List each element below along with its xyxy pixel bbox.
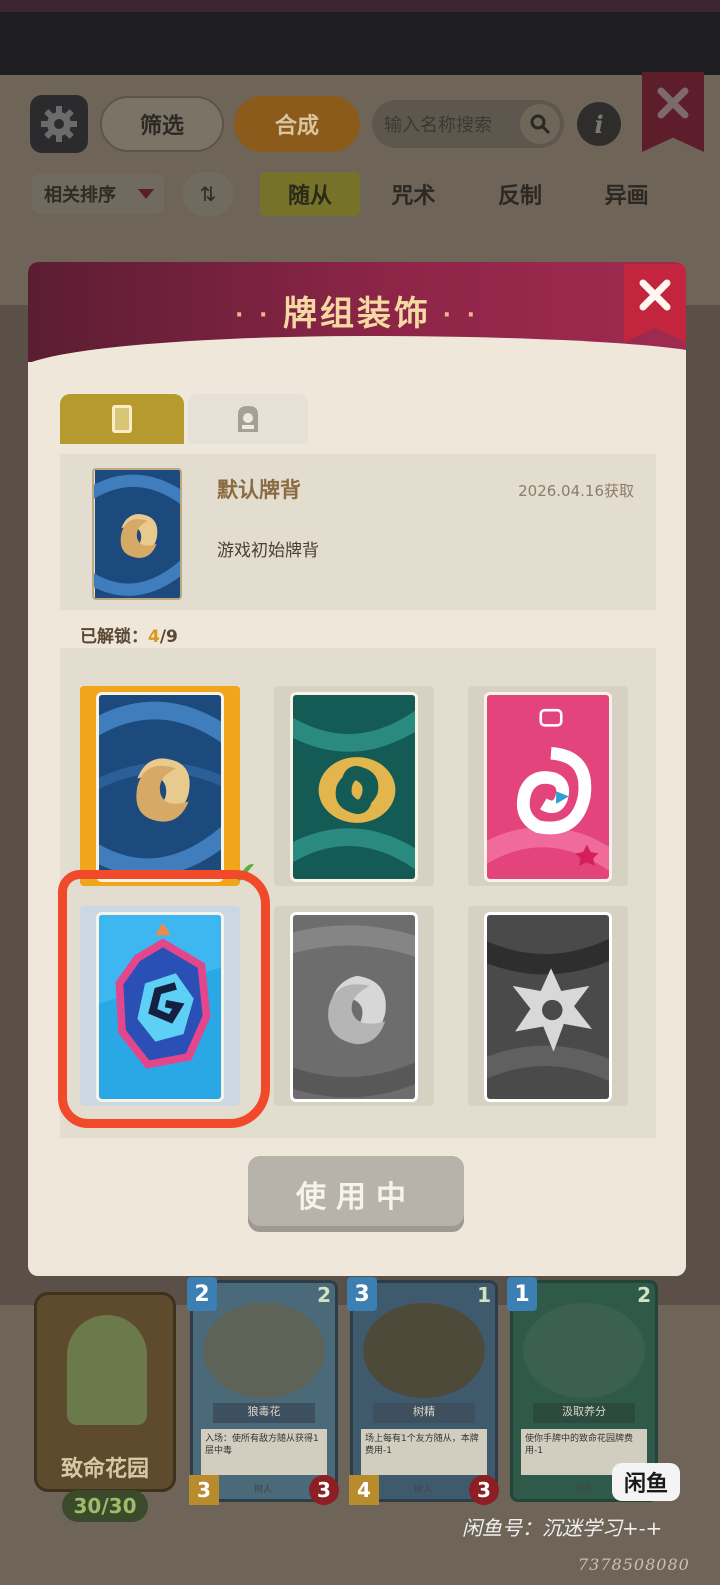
card-back-icon <box>112 405 132 433</box>
card-back-dark-spike-locked[interactable] <box>468 906 628 1106</box>
deck-box[interactable]: 致命花园 <box>34 1292 176 1492</box>
sort-order-button[interactable]: ⇅ <box>182 172 234 216</box>
card-back-image <box>484 692 612 882</box>
watermark-text: 闲鱼号：沉迷学习+-+ <box>462 1516 663 1540</box>
search-icon <box>530 114 551 135</box>
dialog-title: · · 牌组装饰 · · <box>234 294 480 334</box>
card-back-name: 默认牌背 <box>217 478 301 502</box>
tab-minion[interactable]: 随从 <box>260 172 360 216</box>
unlocked-counter: 已解锁：4/9 <box>80 627 178 647</box>
swap-order-icon: ⇅ <box>199 182 217 206</box>
deck-card-count: 30/30 <box>62 1490 148 1522</box>
card-cost: 1 <box>507 1277 537 1311</box>
card-race: 咒术 <box>573 1485 592 1495</box>
card-cost: 2 <box>187 1277 217 1311</box>
search-placeholder: 输入名称搜索 <box>384 115 492 136</box>
card-back-description: 游戏初始牌背 <box>217 541 319 561</box>
craft-button[interactable]: 合成 <box>234 96 360 152</box>
tab-counter[interactable]: 反制 <box>467 172 574 216</box>
sort-dropdown[interactable]: 相关排序 <box>32 174 164 214</box>
card-health: 3 <box>469 1475 499 1505</box>
card-attack: 4 <box>349 1475 379 1505</box>
tab-alt-art[interactable]: 异画 <box>573 172 680 216</box>
card-owned-count: 2 <box>637 1283 651 1307</box>
card-name: 汲取养分 <box>533 1403 635 1423</box>
card-name: 狼毒花 <box>213 1403 315 1423</box>
highlight-annotation <box>58 870 270 1128</box>
avatar-frame-icon <box>238 406 258 432</box>
card-back-blue-swirl[interactable] <box>80 686 240 886</box>
chevron-down-icon <box>138 189 154 199</box>
card-back-image <box>96 692 224 882</box>
card-back-teal-gold-swirl[interactable] <box>274 686 434 886</box>
watermark-number: 7378508080 <box>578 1555 690 1574</box>
collection-card[interactable]: 3 1 树精 场上每有1个友方随从，本牌费用-1 树人 4 3 <box>347 1277 499 1505</box>
tab-card-back[interactable] <box>60 394 184 444</box>
card-back-image <box>484 912 612 1102</box>
card-text: 入场：使所有敌方随从获得1层中毒 <box>201 1429 327 1475</box>
card-attack: 3 <box>189 1475 219 1505</box>
close-icon <box>639 279 671 311</box>
card-back-image <box>290 912 418 1102</box>
gear-icon <box>41 106 77 142</box>
card-race: 树人 <box>413 1485 432 1495</box>
card-back-preview <box>92 468 182 600</box>
deck-hero-portrait <box>67 1315 147 1425</box>
card-text: 场上每有1个友方随从，本牌费用-1 <box>361 1429 487 1475</box>
card-back-image <box>290 692 418 882</box>
card-race: 树人 <box>253 1485 272 1495</box>
card-art <box>203 1303 325 1398</box>
card-art <box>523 1303 645 1398</box>
tab-avatar-frame[interactable] <box>188 394 308 444</box>
sort-label: 相关排序 <box>44 185 116 206</box>
filter-button[interactable]: 筛选 <box>100 96 224 152</box>
card-owned-count: 2 <box>317 1283 331 1307</box>
card-owned-count: 1 <box>477 1283 491 1307</box>
card-health: 3 <box>309 1475 339 1505</box>
card-art <box>363 1303 485 1398</box>
collection-card[interactable]: 2 2 狼毒花 入场：使所有敌方随从获得1层中毒 树人 3 3 <box>187 1277 339 1505</box>
tab-spell[interactable]: 咒术 <box>360 172 467 216</box>
card-type-tabs: 随从 咒术 反制 异画 <box>260 172 680 216</box>
search-input[interactable]: 输入名称搜索 <box>372 100 564 148</box>
selected-card-back-detail: 默认牌背 2026.04.16获取 游戏初始牌背 <box>60 454 656 610</box>
card-cost: 3 <box>347 1277 377 1311</box>
status-bar <box>0 0 720 75</box>
close-icon <box>657 87 689 119</box>
card-back-pink-bilibili[interactable] <box>468 686 628 886</box>
deck-name: 致命花园 <box>60 1457 149 1482</box>
info-button[interactable]: i <box>577 102 621 146</box>
in-use-button[interactable]: 使用中 <box>248 1156 464 1232</box>
card-back-acquired-date: 2026.04.16获取 <box>518 482 634 500</box>
settings-button[interactable] <box>30 95 88 153</box>
card-name: 树精 <box>373 1403 475 1423</box>
search-button[interactable] <box>520 104 560 144</box>
card-back-grey-leaf-locked[interactable] <box>274 906 434 1106</box>
info-icon: i <box>594 109 604 139</box>
watermark-badge: 闲鱼 <box>612 1463 680 1501</box>
